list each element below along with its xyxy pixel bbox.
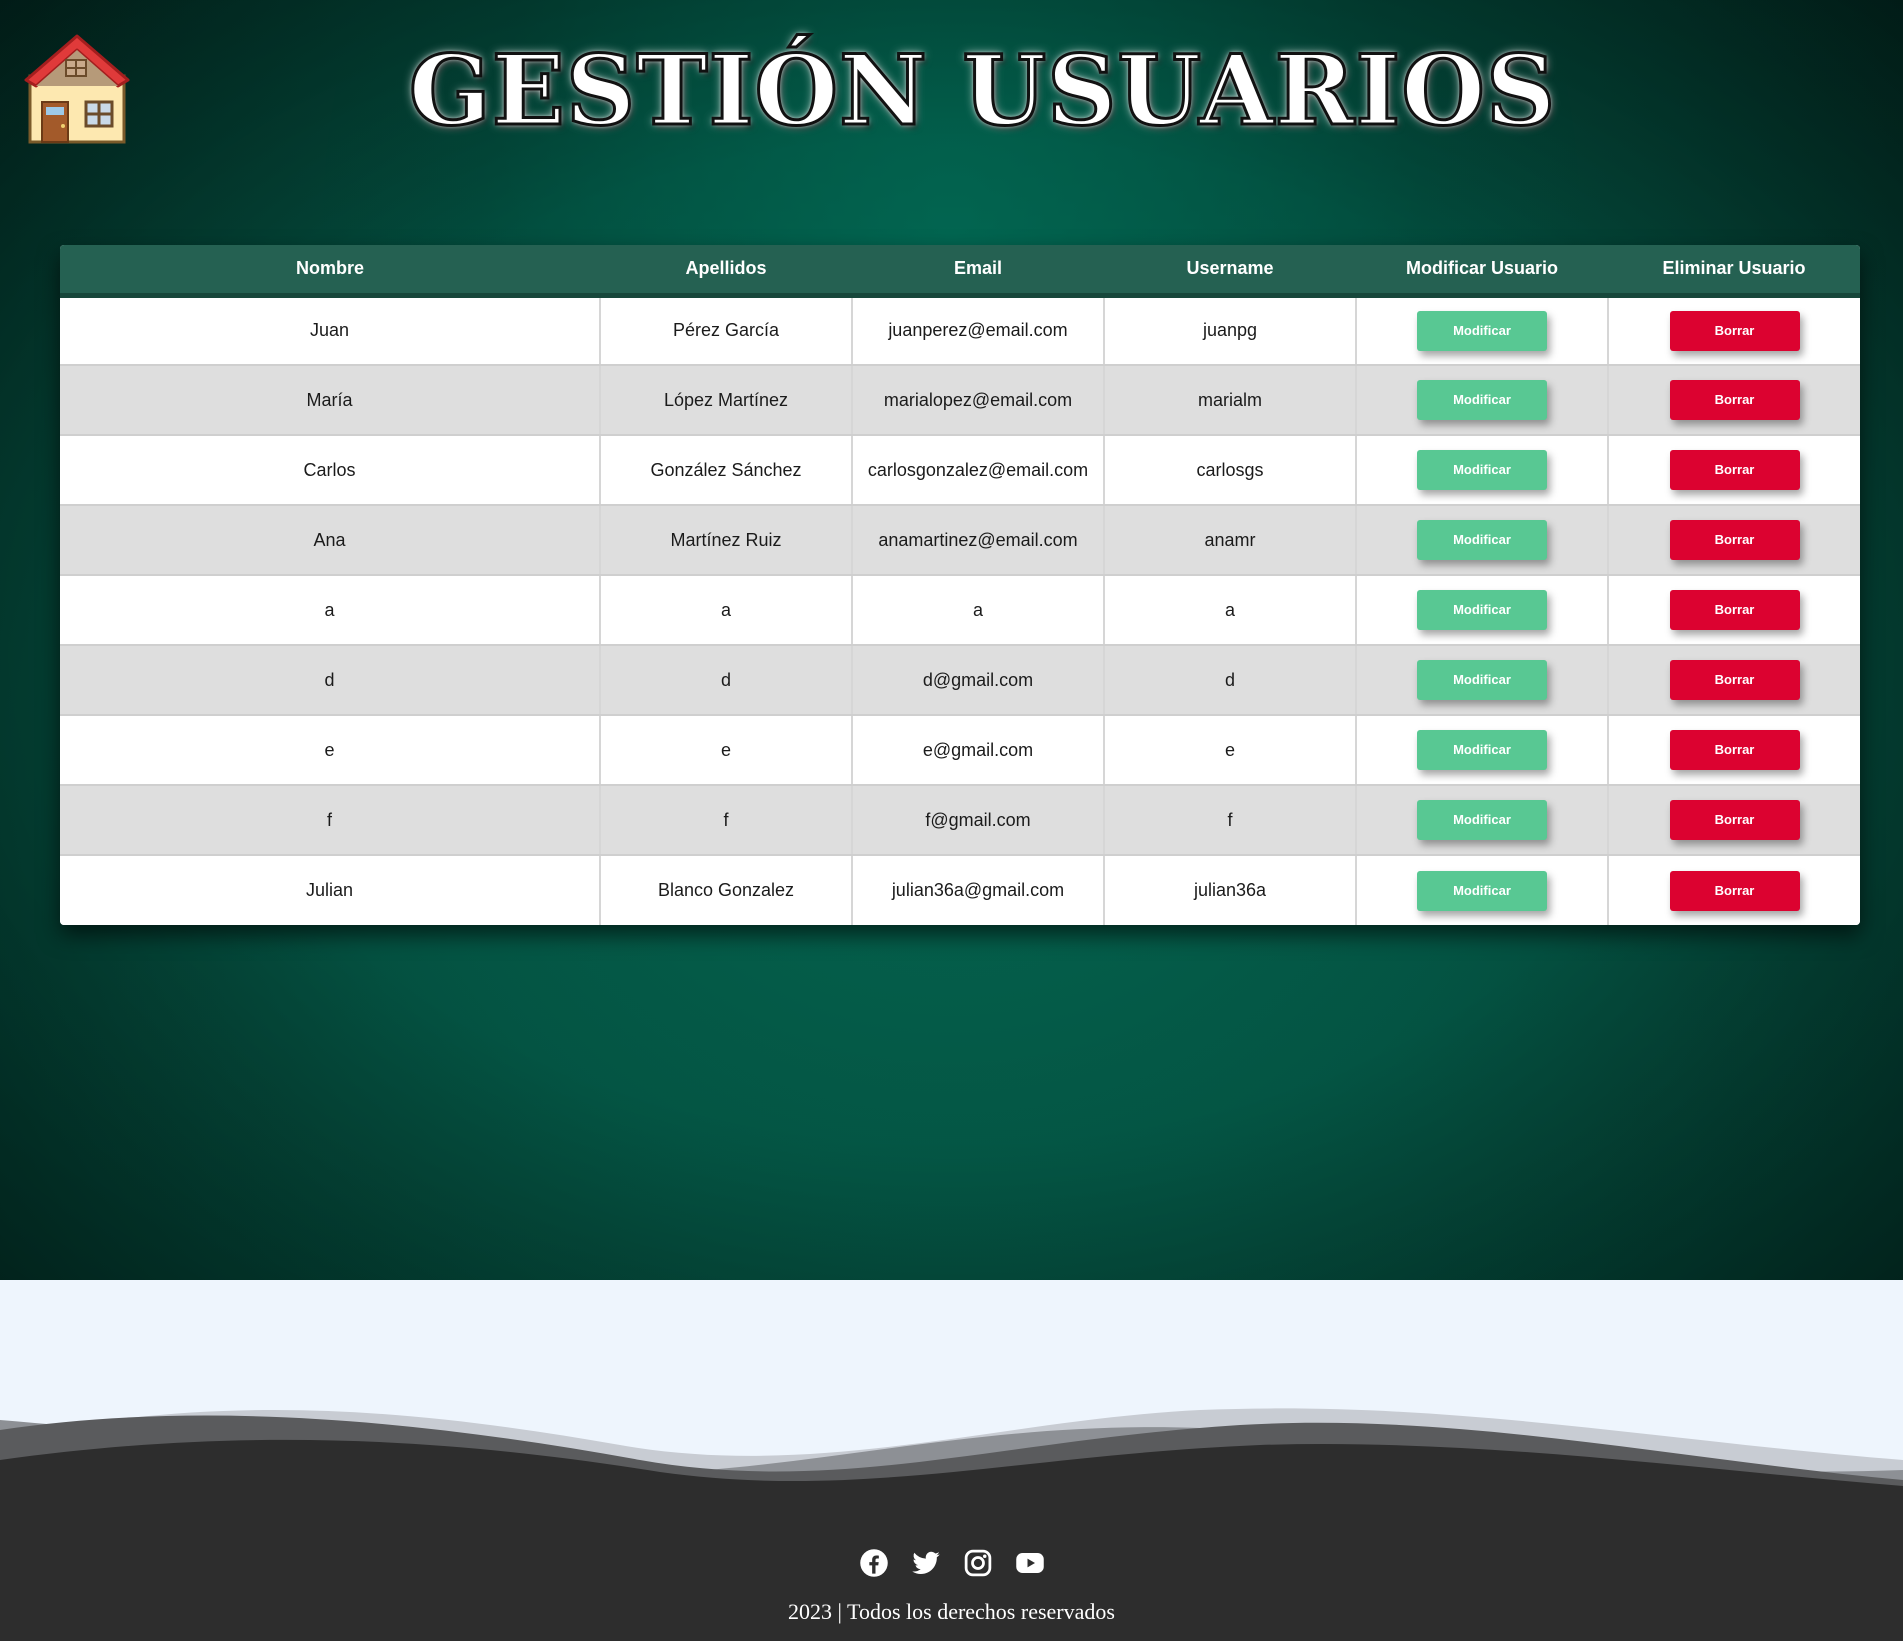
table-row: d d d@gmail.com d Modificar Borrar — [60, 645, 1860, 716]
cell-username: e — [1103, 715, 1356, 786]
cell-username: julian36a — [1103, 855, 1356, 925]
delete-user-button[interactable]: Borrar — [1669, 660, 1800, 700]
delete-user-button[interactable]: Borrar — [1669, 590, 1800, 630]
cell-nombre: María — [60, 365, 600, 436]
column-header-email: Email — [953, 258, 1003, 279]
users-table: Nombre Apellidos Email Username Modifica… — [60, 245, 1860, 925]
instagram-icon[interactable] — [963, 1548, 993, 1578]
column-header-apellidos: Apellidos — [685, 258, 767, 279]
modify-user-button[interactable]: Modificar — [1417, 590, 1547, 630]
cell-nombre: Julian — [305, 880, 354, 900]
cell-nombre: e — [60, 715, 600, 786]
cell-username: a — [1103, 575, 1356, 646]
column-header-username: Username — [1186, 258, 1274, 279]
delete-user-button[interactable]: Borrar — [1669, 730, 1800, 770]
table-row: f f f@gmail.com f Modificar Borrar — [60, 785, 1860, 856]
cell-apellidos: Martínez Ruiz — [599, 505, 852, 576]
cell-nombre: a — [60, 575, 600, 646]
cell-username: d — [1103, 645, 1356, 716]
modify-user-button[interactable]: Modificar — [1417, 800, 1547, 840]
social-links — [0, 1548, 1903, 1578]
modify-user-button[interactable]: Modificar — [1417, 520, 1547, 560]
table-row: Juan Pérez García juanperez@email.com ju… — [60, 295, 1860, 366]
table-row: Ana Martínez Ruiz anamartinez@email.com … — [60, 505, 1860, 576]
cell-apellidos: Pérez García — [599, 295, 852, 366]
column-header-eliminar: Eliminar Usuario — [1662, 258, 1806, 279]
cell-apellidos: e — [599, 715, 852, 786]
delete-user-button[interactable]: Borrar — [1669, 520, 1800, 560]
modify-user-button[interactable]: Modificar — [1417, 380, 1547, 420]
cell-apellidos: f — [599, 785, 852, 856]
table-row: Julian Blanco Gonzalez julian36a@gmail.c… — [60, 855, 1860, 925]
copyright-text: 2023 | Todos los derechos reservados — [788, 1599, 1115, 1624]
delete-user-button[interactable]: Borrar — [1669, 380, 1800, 420]
cell-nombre: Carlos — [60, 435, 600, 506]
cell-apellidos: d — [599, 645, 852, 716]
facebook-icon[interactable] — [859, 1548, 889, 1578]
modify-user-button[interactable]: Modificar — [1417, 450, 1547, 490]
cell-username: carlosgs — [1103, 435, 1356, 506]
cell-email: e@gmail.com — [851, 715, 1104, 786]
cell-email: juanperez@email.com — [851, 295, 1104, 366]
cell-username: anamr — [1103, 505, 1356, 576]
cell-nombre: Ana — [60, 505, 600, 576]
cell-nombre: Juan — [60, 295, 600, 366]
delete-user-button[interactable]: Borrar — [1669, 800, 1800, 840]
cell-username: juanpg — [1103, 295, 1356, 366]
cell-email: marialopez@email.com — [851, 365, 1104, 436]
table-row: a a a a Modificar Borrar — [60, 575, 1860, 646]
cell-nombre: d — [60, 645, 600, 716]
modify-user-button[interactable]: Modificar — [1417, 870, 1547, 911]
delete-user-button[interactable]: Borrar — [1669, 870, 1800, 911]
cell-apellidos: a — [599, 575, 852, 646]
table-row: Carlos González Sánchez carlosgonzalez@e… — [60, 435, 1860, 506]
delete-user-button[interactable]: Borrar — [1669, 450, 1800, 490]
cell-email: f@gmail.com — [851, 785, 1104, 856]
cell-email: julian36a@gmail.com — [851, 855, 1104, 925]
cell-email: carlosgonzalez@email.com — [851, 435, 1104, 506]
cell-nombre: f — [60, 785, 600, 856]
table-row: María López Martínez marialopez@email.co… — [60, 365, 1860, 436]
cell-email: anamartinez@email.com — [851, 505, 1104, 576]
column-header-nombre: Nombre — [295, 258, 364, 279]
cell-apellidos: González Sánchez — [599, 435, 852, 506]
youtube-icon[interactable] — [1015, 1548, 1045, 1578]
footer: 2023 | Todos los derechos reservados — [0, 1400, 1903, 1641]
column-header-modificar: Modificar Usuario — [1405, 258, 1559, 279]
cell-apellidos: Blanco Gonzalez — [599, 855, 852, 925]
cell-username: f — [1103, 785, 1356, 856]
table-header-row: Nombre Apellidos Email Username Modifica… — [60, 245, 1860, 295]
modify-user-button[interactable]: Modificar — [1417, 660, 1547, 700]
cell-email: a — [851, 575, 1104, 646]
twitter-icon[interactable] — [911, 1548, 941, 1578]
cell-apellidos: López Martínez — [599, 365, 852, 436]
modify-user-button[interactable]: Modificar — [1417, 730, 1547, 770]
page-title: GESTIÓN USUARIOS — [407, 33, 1557, 149]
table-row: e e e@gmail.com e Modificar Borrar — [60, 715, 1860, 786]
modify-user-button[interactable]: Modificar — [1417, 310, 1547, 351]
cell-email: d@gmail.com — [851, 645, 1104, 716]
delete-user-button[interactable]: Borrar — [1669, 310, 1800, 351]
cell-username: marialm — [1103, 365, 1356, 436]
